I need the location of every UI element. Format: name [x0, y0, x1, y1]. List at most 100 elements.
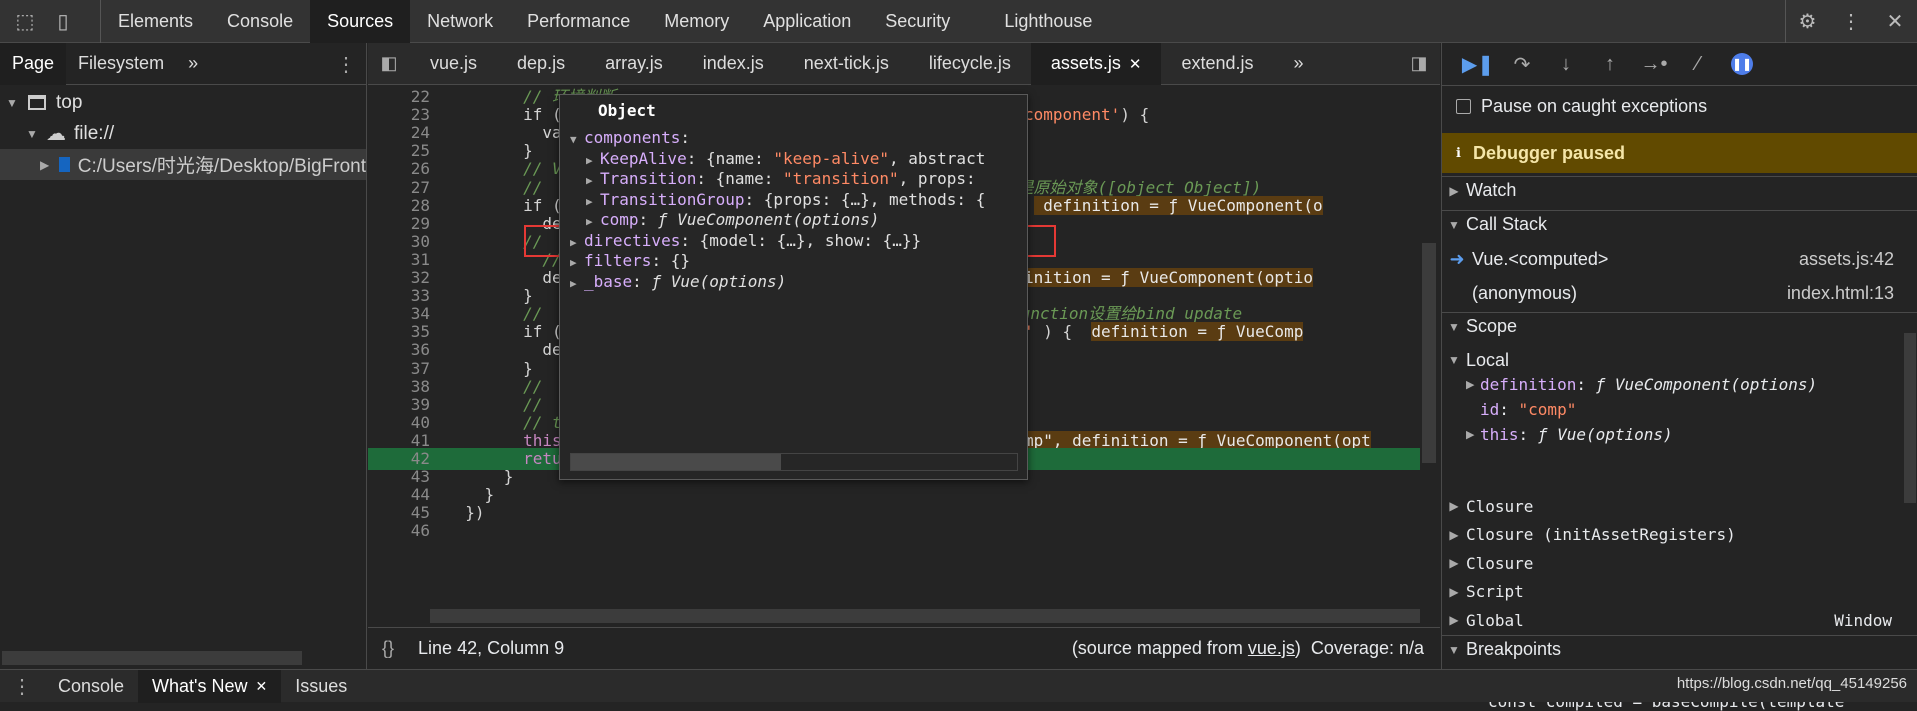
- sidebar-scrollbar[interactable]: [1904, 333, 1916, 503]
- collapse-arrow-icon[interactable]: ▶: [570, 271, 584, 294]
- tab-page[interactable]: Page: [0, 42, 67, 85]
- toggle-navigator-icon[interactable]: ◧: [368, 43, 410, 85]
- code-vertical-scrollbar[interactable]: [1422, 243, 1436, 463]
- file-tab-extend-js[interactable]: extend.js: [1161, 43, 1273, 85]
- file-tab-array-js[interactable]: array.js: [585, 43, 683, 85]
- property-token: ƒ Vue(options): [651, 271, 787, 291]
- expand-arrow-icon[interactable]: ▼: [4, 96, 20, 110]
- current-frame-arrow-icon: ➜: [1449, 248, 1465, 269]
- pretty-print-icon[interactable]: {}: [382, 638, 394, 659]
- tree-item-file[interactable]: ▼ ☁ file://: [0, 118, 366, 149]
- collapse-arrow-icon[interactable]: ▶: [40, 158, 49, 172]
- property-token: : {}: [651, 251, 690, 270]
- tab-network[interactable]: Network: [410, 0, 510, 43]
- pause-on-exceptions-icon[interactable]: ❚❚: [1720, 43, 1764, 86]
- object-property-row[interactable]: ▶ _base: ƒ Vue(options): [560, 269, 1026, 294]
- tree-item-top[interactable]: ▼ top: [0, 87, 366, 118]
- call-frame[interactable]: (anonymous) index.html:13: [1442, 279, 1917, 307]
- navigator-menu-icon[interactable]: ⋮: [336, 43, 356, 85]
- scope-global[interactable]: ▶ Global Window: [1442, 606, 1917, 634]
- more-tabs-icon[interactable]: »: [176, 43, 210, 85]
- coverage-info: Coverage: n/a: [1310, 638, 1424, 658]
- section-watch[interactable]: ▶ Watch: [1442, 176, 1917, 204]
- drawer-menu-icon[interactable]: ⋮: [0, 674, 44, 699]
- devtools-toolbar: ⬚ ▯ Elements Console Sources Network Perform…: [0, 0, 1917, 43]
- property-token: :: [680, 128, 690, 147]
- property-token: TransitionGroup: [600, 189, 745, 209]
- device-toolbar-icon[interactable]: ▯: [44, 0, 82, 43]
- property-token: :: [638, 210, 658, 229]
- tab-sources[interactable]: Sources: [310, 0, 411, 43]
- tab-security[interactable]: Security: [868, 0, 967, 43]
- panel-tabs: Elements Console Sources Network Performance…: [100, 0, 1109, 43]
- pause-on-caught-exceptions[interactable]: Pause on caught exceptions: [1442, 86, 1917, 126]
- close-tab-icon[interactable]: ✕: [256, 678, 268, 695]
- section-scope[interactable]: ▼ Scope: [1442, 312, 1917, 340]
- scope-script[interactable]: ▶ Script: [1442, 578, 1917, 606]
- scope-local[interactable]: ▼ Local: [1442, 346, 1917, 374]
- tab-lighthouse[interactable]: Lighthouse: [987, 0, 1109, 43]
- step-icon[interactable]: →•: [1632, 43, 1676, 86]
- source-file-link[interactable]: vue.js: [1248, 638, 1295, 658]
- watermark-text: https://blog.csdn.net/qq_45149256: [1676, 675, 1907, 692]
- property-token: components: [584, 128, 681, 147]
- file-tab-dep-js[interactable]: dep.js: [497, 43, 585, 85]
- tab-memory[interactable]: Memory: [647, 0, 746, 43]
- source-map-info: (source mapped from vue.js): [1071, 638, 1301, 658]
- scope-variable[interactable]: ▶ this: ƒ Vue(options): [1442, 422, 1917, 446]
- file-tabs: ◧ vue.js dep.js array.js index.js next-tick.…: [368, 42, 1440, 85]
- toggle-debugger-icon[interactable]: ◨: [1398, 53, 1440, 74]
- scope-variable[interactable]: ▶ definition: ƒ VueComponent(options): [1442, 372, 1917, 396]
- popover-scrollbar[interactable]: [570, 453, 1018, 471]
- cloud-icon: ☁: [46, 123, 66, 145]
- settings-gear-icon[interactable]: ⚙: [1785, 0, 1829, 43]
- section-breakpoints[interactable]: ▼ Breakpoints: [1442, 635, 1917, 663]
- file-tab-vue-js[interactable]: vue.js: [410, 43, 497, 85]
- drawer-tab-whats-new[interactable]: What's New ✕: [138, 669, 282, 703]
- close-tab-icon[interactable]: ✕: [1129, 55, 1142, 73]
- cursor-position: Line 42, Column 9: [418, 638, 565, 658]
- scope-closure[interactable]: ▶ Closure (initAssetRegisters): [1442, 521, 1917, 549]
- section-call-stack[interactable]: ▼ Call Stack: [1442, 210, 1917, 238]
- code-horizontal-scrollbar[interactable]: [430, 609, 1420, 623]
- file-tab-assets-js[interactable]: assets.js ✕: [1030, 42, 1162, 85]
- file-tab-lifecycle-js[interactable]: lifecycle.js: [909, 43, 1031, 85]
- popover-title: Object: [598, 101, 656, 120]
- line-number[interactable]: 46: [368, 520, 430, 542]
- tab-filesystem[interactable]: Filesystem: [66, 43, 176, 85]
- editor-status-bar: {} Line 42, Column 9 (source mapped from…: [368, 627, 1440, 669]
- scope-closure[interactable]: ▶ Closure: [1442, 549, 1917, 577]
- debugger-sidebar: ▶❚ ↷ ↓ ↑ →• ⁄ ❚❚ Pause on caught excepti…: [1441, 43, 1917, 711]
- frame-icon: [28, 95, 46, 110]
- scope-closure[interactable]: ▶ Closure: [1442, 492, 1917, 520]
- horizontal-scrollbar[interactable]: [2, 651, 302, 665]
- info-icon: ℹ: [1456, 145, 1461, 160]
- tab-console[interactable]: Console: [210, 0, 310, 43]
- tree-item-folder[interactable]: ▶ C:/Users/时光海/Desktop/BigFront: [0, 149, 366, 180]
- inspect-element-icon[interactable]: ⬚: [6, 0, 44, 43]
- drawer-tab-issues[interactable]: Issues: [281, 670, 361, 703]
- debugger-toolbar: ▶❚ ↷ ↓ ↑ →• ⁄ ❚❚: [1442, 43, 1917, 86]
- expand-arrow-icon[interactable]: ▼: [24, 127, 40, 141]
- scope-variable[interactable]: id: "comp": [1442, 397, 1917, 421]
- more-files-icon[interactable]: »: [1274, 43, 1324, 85]
- deactivate-breakpoints-icon[interactable]: ⁄: [1676, 43, 1720, 86]
- resume-icon[interactable]: ▶❚: [1456, 43, 1500, 86]
- tab-elements[interactable]: Elements: [101, 0, 210, 43]
- close-icon[interactable]: ✕: [1873, 0, 1917, 43]
- property-token: Transition: [600, 169, 697, 188]
- file-tab-next-tick-js[interactable]: next-tick.js: [784, 43, 909, 85]
- checkbox[interactable]: [1456, 98, 1471, 114]
- file-tab-index-js[interactable]: index.js: [683, 43, 784, 85]
- more-options-icon[interactable]: ⋮: [1829, 0, 1873, 43]
- tab-application[interactable]: Application: [746, 0, 868, 43]
- tab-performance[interactable]: Performance: [510, 0, 647, 43]
- call-frame[interactable]: ➜ Vue.<computed> assets.js:42: [1442, 245, 1917, 273]
- property-token: directives: [584, 230, 681, 250]
- property-token: ƒ VueComponent(options): [657, 210, 880, 229]
- step-out-icon[interactable]: ↑: [1588, 43, 1632, 86]
- step-over-icon[interactable]: ↷: [1500, 43, 1544, 86]
- drawer-tab-bar: ⋮ Console What's New ✕ Issues https://blo…: [0, 669, 1917, 703]
- step-into-icon[interactable]: ↓: [1544, 43, 1588, 86]
- drawer-tab-console[interactable]: Console: [44, 670, 138, 703]
